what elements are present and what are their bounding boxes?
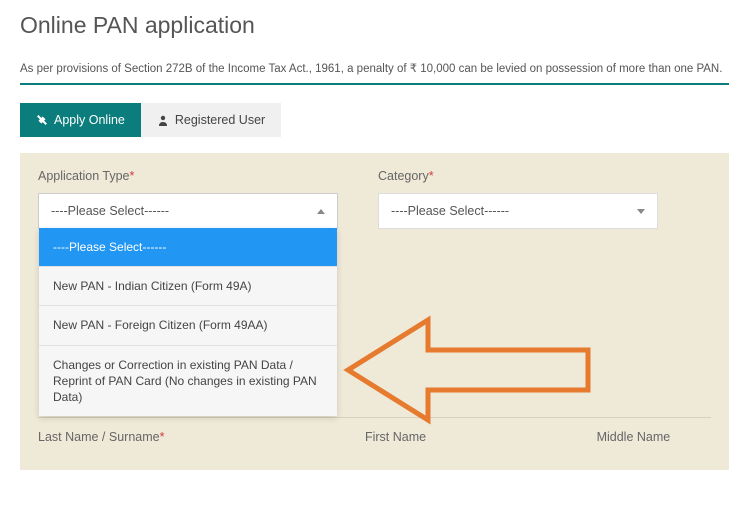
tab-registered-user[interactable]: Registered User	[141, 103, 281, 137]
chevron-down-icon	[637, 209, 645, 214]
last-name-label: Last Name / Surname*	[38, 430, 305, 444]
dropdown-option-placeholder[interactable]: ----Please Select------	[39, 228, 337, 267]
required-marker: *	[429, 169, 434, 183]
application-type-label: Application Type*	[38, 169, 338, 183]
category-select[interactable]: ----Please Select------	[378, 193, 658, 229]
application-type-value: ----Please Select------	[51, 204, 169, 218]
form-panel: Application Type* ----Please Select-----…	[20, 153, 729, 470]
tab-label-apply: Apply Online	[54, 113, 125, 127]
first-name-label: First Name	[365, 430, 537, 444]
category-group: Category* ----Please Select------	[378, 169, 658, 229]
tab-apply-online[interactable]: Apply Online	[20, 103, 141, 137]
divider	[20, 83, 729, 85]
required-marker: *	[160, 430, 165, 444]
middle-name-label: Middle Name	[597, 430, 711, 444]
application-type-group: Application Type* ----Please Select-----…	[38, 169, 338, 229]
category-value: ----Please Select------	[391, 204, 509, 218]
first-name-group: First Name	[365, 430, 537, 454]
application-type-dropdown: ----Please Select------ New PAN - Indian…	[39, 228, 337, 416]
last-name-group: Last Name / Surname*	[38, 430, 305, 454]
tab-label-registered: Registered User	[175, 113, 265, 127]
category-label: Category*	[378, 169, 658, 183]
panel-divider	[38, 417, 711, 418]
tab-bar: Apply Online Registered User	[20, 103, 729, 137]
middle-name-group: Middle Name	[597, 430, 711, 454]
apply-icon	[36, 114, 48, 126]
application-type-select[interactable]: ----Please Select------ ----Please Selec…	[38, 193, 338, 229]
dropdown-option-foreign[interactable]: New PAN - Foreign Citizen (Form 49AA)	[39, 306, 337, 345]
dropdown-option-changes[interactable]: Changes or Correction in existing PAN Da…	[39, 346, 337, 417]
page-title: Online PAN application	[20, 12, 729, 39]
penalty-notice: As per provisions of Section 272B of the…	[20, 61, 729, 75]
user-icon	[157, 114, 169, 126]
dropdown-option-indian[interactable]: New PAN - Indian Citizen (Form 49A)	[39, 267, 337, 306]
chevron-up-icon	[317, 209, 325, 214]
required-marker: *	[130, 169, 135, 183]
